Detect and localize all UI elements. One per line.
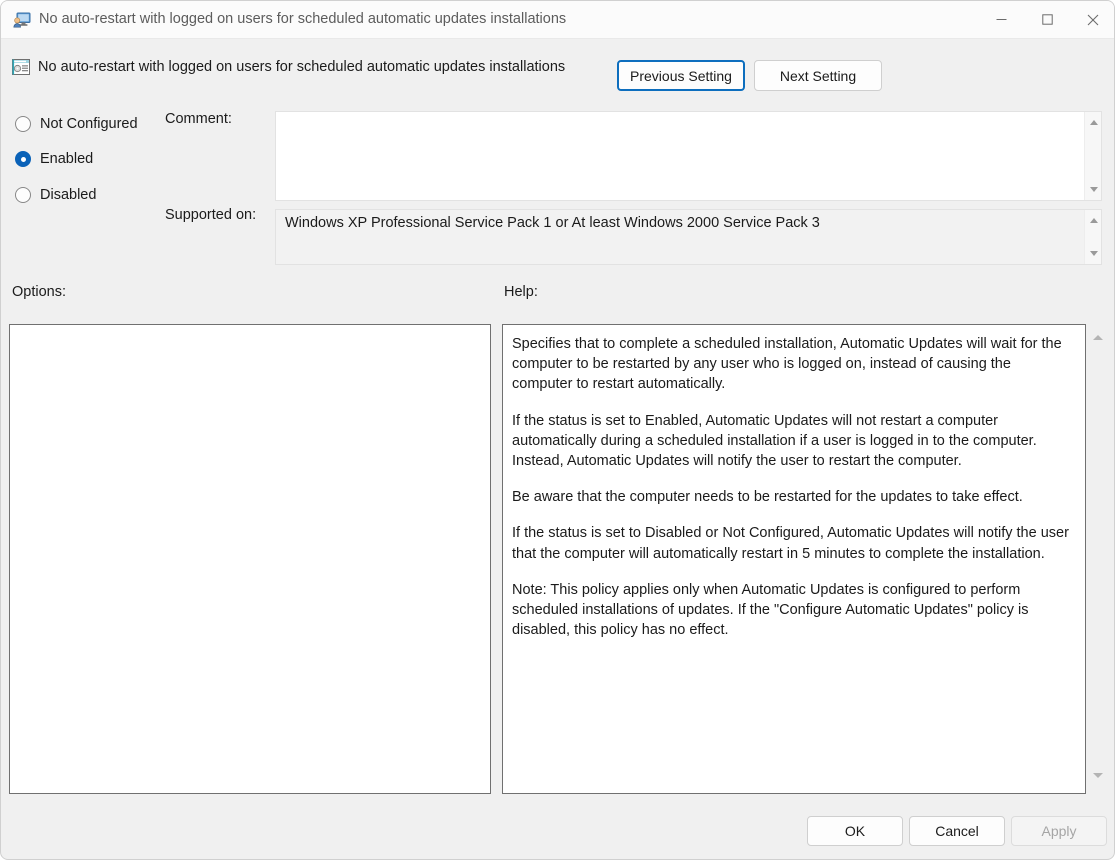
- close-icon[interactable]: [1070, 1, 1114, 38]
- radio-enabled[interactable]: Enabled: [15, 149, 93, 169]
- radio-label-not-configured: Not Configured: [40, 116, 138, 132]
- radio-disabled[interactable]: Disabled: [15, 185, 96, 205]
- help-label: Help:: [504, 284, 538, 300]
- scroll-up-icon[interactable]: [1085, 212, 1102, 229]
- help-paragraph: Be aware that the computer needs to be r…: [512, 489, 1023, 506]
- policy-computer-user-icon: [13, 11, 31, 29]
- radio-label-enabled: Enabled: [40, 151, 94, 167]
- scroll-down-icon[interactable]: [1087, 766, 1109, 784]
- supported-on-field[interactable]: Windows XP Professional Service Pack 1 o…: [275, 209, 1102, 265]
- title-bar: No auto-restart with logged on users for…: [1, 1, 1114, 39]
- next-setting-button[interactable]: Next Setting: [754, 60, 882, 91]
- previous-setting-button[interactable]: Previous Setting: [617, 60, 745, 91]
- help-scrollbar[interactable]: [1087, 324, 1109, 794]
- help-paragraph: Specifies that to complete a scheduled i…: [512, 336, 1062, 393]
- comment-scrollbar[interactable]: [1084, 112, 1101, 200]
- ok-button[interactable]: OK: [807, 816, 903, 846]
- policy-header-row: No auto-restart with logged on users for…: [1, 39, 1114, 95]
- comment-label: Comment:: [165, 111, 232, 127]
- scroll-down-icon[interactable]: [1085, 245, 1102, 262]
- supported-on-label: Supported on:: [165, 207, 257, 223]
- apply-button: Apply: [1011, 816, 1107, 846]
- window-title: No auto-restart with logged on users for…: [39, 11, 567, 27]
- supported-on-scrollbar[interactable]: [1084, 210, 1101, 264]
- help-panel[interactable]: Specifies that to complete a scheduled i…: [502, 324, 1086, 794]
- options-panel[interactable]: [9, 324, 491, 794]
- comment-input[interactable]: [275, 111, 1102, 201]
- caption-buttons: [978, 1, 1114, 38]
- help-text: Specifies that to complete a scheduled i…: [512, 334, 1075, 640]
- policy-setting-dialog: No auto-restart with logged on users for…: [0, 0, 1115, 860]
- radio-label-disabled: Disabled: [40, 187, 97, 203]
- scroll-up-icon[interactable]: [1087, 328, 1109, 346]
- policy-name: No auto-restart with logged on users for…: [38, 59, 566, 75]
- radio-not-configured[interactable]: Not Configured: [15, 114, 138, 134]
- help-paragraph: If the status is set to Enabled, Automat…: [512, 412, 1037, 470]
- help-paragraph: Note: This policy applies only when Auto…: [512, 581, 1029, 639]
- help-paragraph: If the status is set to Disabled or Not …: [512, 525, 1069, 562]
- options-label: Options:: [12, 284, 66, 300]
- scroll-up-icon[interactable]: [1085, 114, 1102, 131]
- radio-mark-enabled: [15, 151, 31, 167]
- radio-mark-disabled: [15, 187, 31, 203]
- cancel-button[interactable]: Cancel: [909, 816, 1005, 846]
- minimize-icon[interactable]: [978, 1, 1024, 38]
- admin-template-policy-icon: [11, 57, 31, 77]
- scroll-down-icon[interactable]: [1085, 181, 1102, 198]
- supported-on-value: Windows XP Professional Service Pack 1 o…: [285, 215, 820, 231]
- radio-mark-not-configured: [15, 116, 31, 132]
- maximize-icon[interactable]: [1024, 1, 1070, 38]
